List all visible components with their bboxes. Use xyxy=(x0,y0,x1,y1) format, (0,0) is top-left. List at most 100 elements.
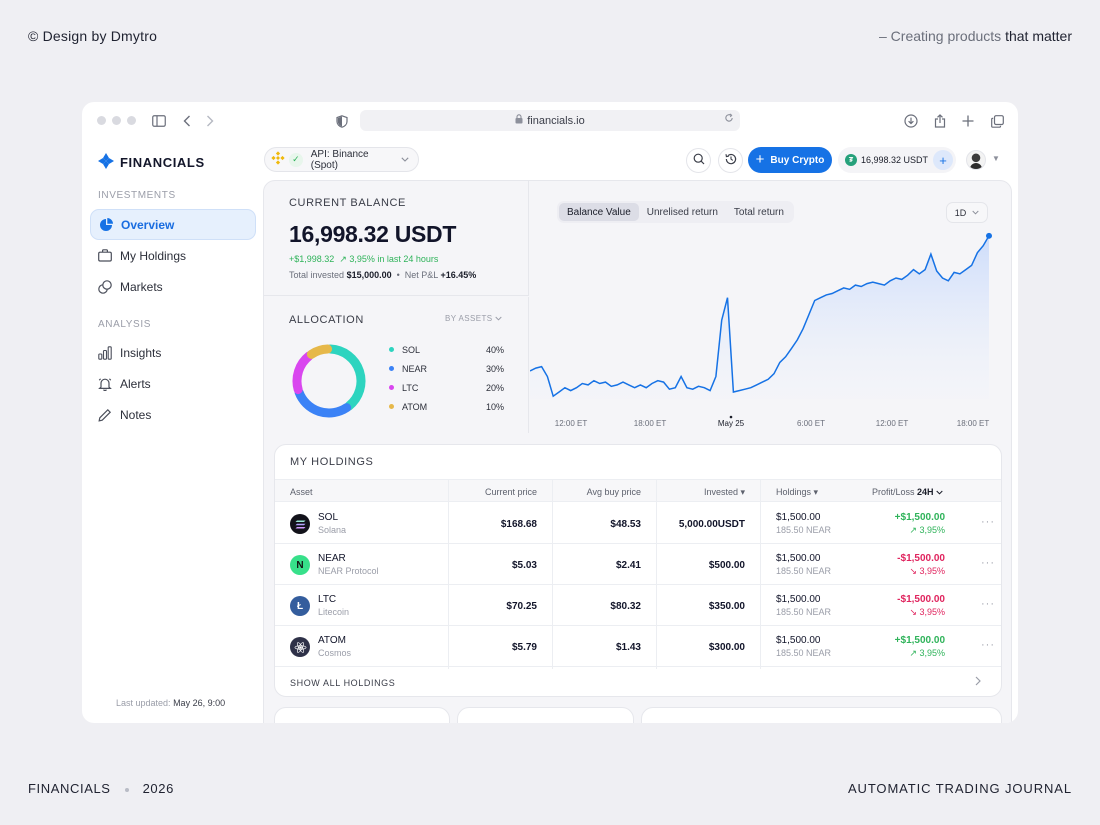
table-row[interactable]: SOL Solana $168.68 $48.53 5,000.00USDT $… xyxy=(275,503,1001,544)
th-avg-buy-price[interactable]: Avg buy price xyxy=(587,487,641,497)
sidebar-item-insights[interactable]: Insights xyxy=(90,337,256,368)
tether-icon: ₮ xyxy=(845,154,857,166)
balance-line-chart[interactable]: 12:00 ET 18:00 ET May 25 6:00 ET 12:00 ET 18:… xyxy=(530,221,1012,433)
buy-crypto-button[interactable]: + Buy Crypto xyxy=(748,147,832,173)
show-all-holdings-link[interactable]: SHOW ALL HOLDINGS xyxy=(290,678,395,688)
tab-total-return[interactable]: Total return xyxy=(726,203,792,221)
avatar[interactable] xyxy=(966,150,986,170)
add-funds-button[interactable]: + xyxy=(933,150,953,170)
x-tick-label: 6:00 ET xyxy=(797,419,825,428)
search-button[interactable] xyxy=(686,148,711,173)
sidebar-item-my-holdings[interactable]: My Holdings xyxy=(90,240,256,271)
sidebar: FINANCIALS INVESTMENTS Overview My Holdi… xyxy=(82,140,262,723)
donut-slice-near[interactable] xyxy=(294,387,352,418)
legend-swatch-atom xyxy=(389,404,394,409)
privacy-shield-icon[interactable] xyxy=(333,112,351,130)
range-select[interactable]: 1D xyxy=(946,202,988,223)
th-holdings[interactable]: Holdings ▾ xyxy=(776,487,818,498)
th-profit-loss[interactable]: Profit/Loss 24H xyxy=(872,487,943,497)
asset-symbol: NEAR xyxy=(318,553,346,564)
chevron-down-icon xyxy=(401,154,409,165)
forward-icon[interactable] xyxy=(201,112,219,130)
profit-loss-percent: ↗ 3,95% xyxy=(909,648,945,658)
donut-slice-sol[interactable] xyxy=(325,344,366,411)
history-button[interactable] xyxy=(718,148,743,173)
share-icon[interactable] xyxy=(931,112,949,130)
holdings-value: $1,500.00 xyxy=(776,553,821,564)
address-bar[interactable]: financials.io xyxy=(360,110,740,131)
api-selector[interactable]: ✓ API: Binance (Spot) xyxy=(264,147,419,172)
litecoin-icon: Ł xyxy=(290,596,310,616)
tabs-overview-icon[interactable] xyxy=(988,112,1006,130)
wallet-balance-pill[interactable]: ₮ 16,998.32 USDT + xyxy=(838,147,956,173)
bottom-card-peek xyxy=(457,707,634,723)
back-icon[interactable] xyxy=(178,112,196,130)
current-price: $70.25 xyxy=(506,601,537,612)
new-tab-icon[interactable] xyxy=(959,112,977,130)
sidebar-item-notes[interactable]: Notes xyxy=(90,399,256,430)
donut-slice-atom[interactable] xyxy=(306,344,333,359)
balance-meta: Total invested $15,000.00 • Net P&L +16.… xyxy=(289,270,477,280)
x-tick-label: May 25 xyxy=(718,419,745,428)
sidebar-item-label: Markets xyxy=(120,279,163,294)
chevron-right-icon[interactable] xyxy=(975,676,981,689)
sidebar-item-markets[interactable]: Markets xyxy=(90,271,256,302)
profit-loss-percent: ↘ 3,95% xyxy=(909,607,945,617)
binance-icon xyxy=(271,151,285,168)
more-icon[interactable]: ··· xyxy=(981,639,995,651)
card-title: MY HOLDINGS xyxy=(290,456,374,468)
donut-slice-ltc[interactable] xyxy=(292,351,314,395)
more-icon[interactable]: ··· xyxy=(981,557,995,569)
table-row[interactable]: Ł LTC Litecoin $70.25 $80.32 $350.00 $1,… xyxy=(275,585,1001,626)
download-icon[interactable] xyxy=(902,112,920,130)
x-tick-label: 12:00 ET xyxy=(555,419,588,428)
x-tick-label: 18:00 ET xyxy=(957,419,990,428)
holdings-value: $1,500.00 xyxy=(776,512,821,523)
app-logo[interactable]: FINANCIALS xyxy=(98,153,205,172)
sidebar-item-alerts[interactable]: Alerts xyxy=(90,368,256,399)
legend-swatch-ltc xyxy=(389,385,394,390)
current-price: $5.79 xyxy=(511,642,537,653)
th-invested[interactable]: Invested ▾ xyxy=(704,487,745,498)
reload-icon[interactable] xyxy=(724,113,734,126)
pie-chart-icon xyxy=(99,217,113,232)
footer-caption: AUTOMATIC TRADING JOURNAL xyxy=(847,781,1072,796)
tab-balance-value[interactable]: Balance Value xyxy=(559,203,639,221)
sidebar-toggle-icon[interactable] xyxy=(150,112,168,130)
card-title: CURRENT BALANCE xyxy=(289,197,406,209)
th-asset[interactable]: Asset xyxy=(290,487,313,497)
invested: $500.00 xyxy=(708,560,745,571)
card-title: ALLOCATION xyxy=(289,314,364,326)
history-icon xyxy=(724,152,737,170)
avatar-chevron-icon[interactable]: ▼ xyxy=(992,154,1000,163)
sidebar-item-overview[interactable]: Overview xyxy=(90,209,256,240)
x-tick-label: 12:00 ET xyxy=(876,419,909,428)
footer-brand: FINANCIALS 2026 xyxy=(28,781,174,796)
sidebar-item-label: Notes xyxy=(120,407,152,422)
chart-current-point[interactable] xyxy=(986,232,992,239)
cosmos-icon xyxy=(290,637,310,657)
holdings-amount: 185.50 NEAR xyxy=(776,566,832,576)
wallet-balance: 16,998.32 USDT xyxy=(861,155,929,165)
sidebar-item-label: Insights xyxy=(120,345,162,360)
more-icon[interactable]: ··· xyxy=(981,598,995,610)
asset-symbol: ATOM xyxy=(318,635,346,646)
chart-area-fill xyxy=(530,235,989,399)
table-header: Asset Current price Avg buy price Invest… xyxy=(275,479,1001,502)
table-row[interactable]: ATOM Cosmos $5.79 $1.43 $300.00 $1,500.0… xyxy=(275,626,1001,667)
chevron-down-icon xyxy=(495,316,502,321)
bottom-card-peek xyxy=(274,707,450,723)
window-controls[interactable] xyxy=(97,116,136,125)
th-current-price[interactable]: Current price xyxy=(485,487,537,497)
more-icon[interactable]: ··· xyxy=(981,516,995,528)
sidebar-item-label: Overview xyxy=(121,217,175,232)
section-investments: INVESTMENTS xyxy=(98,190,176,201)
bell-icon xyxy=(98,377,112,391)
x-tick-label: 18:00 ET xyxy=(634,419,667,428)
search-icon xyxy=(693,152,705,170)
table-row[interactable]: N NEAR NEAR Protocol $5.03 $2.41 $500.00… xyxy=(275,544,1001,585)
tab-unrealised-return[interactable]: Unrelised return xyxy=(639,203,726,221)
asset-name: Solana xyxy=(318,525,347,535)
allocation-group-select[interactable]: BY ASSETS xyxy=(445,314,502,323)
allocation-card: ALLOCATION BY ASSETS SOL 40% NEAR 30% LTC 2… xyxy=(264,297,529,433)
